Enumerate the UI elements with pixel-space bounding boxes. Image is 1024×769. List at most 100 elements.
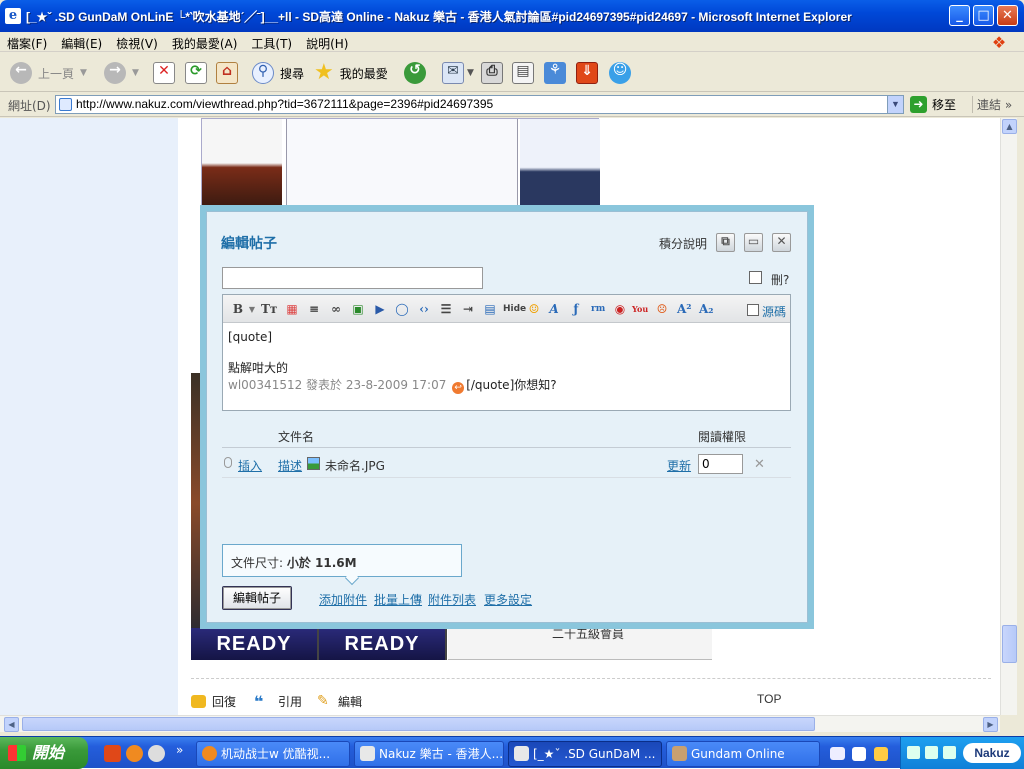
editor-line-quote-open: [quote] [228, 330, 273, 344]
menu-view[interactable]: 檢視(V) [109, 32, 165, 52]
scroll-up-arrow-icon[interactable]: ▲ [1002, 119, 1017, 134]
scroll-left-arrow-icon[interactable]: ◀ [4, 717, 19, 732]
horizontal-scroll-thumb[interactable] [22, 717, 815, 731]
chevron-down-icon[interactable]: ▼ [245, 302, 259, 316]
vertical-scroll-thumb[interactable] [1002, 625, 1017, 663]
print-button[interactable]: ⎙ [481, 59, 503, 87]
batch-upload-link[interactable]: 批量上傳 [374, 591, 422, 608]
scroll-right-arrow-icon[interactable]: ▶ [983, 717, 998, 732]
remove-attachment-icon[interactable]: ✕ [754, 457, 765, 472]
task-button-gundam-online[interactable]: Gundam Online [666, 741, 820, 767]
stop-button[interactable]: ✕ [153, 59, 175, 87]
post-editor[interactable]: B ▼ Tт ▦ ≡ ∞ ▣ ▶ ◯ ‹› ☰ ⇥ ▤ Hide ☺ A ƒ r… [222, 294, 791, 411]
task-button-youku[interactable]: 机动战士w 优酷视... [196, 741, 350, 767]
messenger-button[interactable]: ☺ [609, 59, 631, 87]
tray-expand-icon[interactable] [874, 747, 888, 761]
points-help-link[interactable]: 積分說明 [659, 235, 707, 252]
editor-text[interactable]: [quote] 點解咁大的 wl00341512 發表於 23-8-2009 1… [228, 329, 783, 394]
quote-link[interactable]: ❝ 引用 [254, 693, 302, 710]
update-link[interactable]: 更新 [667, 457, 691, 474]
attachments-header: 文件名 閱讀權限 [222, 424, 791, 448]
history-button[interactable]: ↺ [404, 59, 426, 87]
close-icon[interactable]: ✕ [772, 233, 791, 252]
download-quicklaunch-icon[interactable] [104, 745, 121, 762]
help-icon[interactable] [852, 747, 866, 761]
search-button[interactable]: ⚲ 搜尋 [252, 59, 304, 87]
ready-banner-left: READY [191, 628, 319, 660]
indent-icon[interactable]: ⇥ [461, 302, 475, 316]
reply-bubble-icon [191, 695, 206, 708]
back-button[interactable]: ← 上一頁 ▼ [10, 59, 87, 87]
read-permission-input[interactable]: 0 [698, 454, 743, 474]
media-icon[interactable]: ▶ [373, 302, 387, 316]
speech-bubble-icon[interactable]: ◯ [395, 302, 409, 316]
edit-page-button[interactable]: ▤ [512, 59, 534, 87]
popout-icon[interactable]: ⧉ [716, 233, 735, 252]
menu-favorites[interactable]: 我的最愛(A) [165, 32, 245, 52]
reply-link[interactable]: 回復 [191, 693, 236, 710]
menu-help[interactable]: 說明(H) [299, 32, 355, 52]
color-grid-icon[interactable]: ▦ [285, 302, 299, 316]
emoticon-icon[interactable]: ☹ [655, 302, 669, 316]
menu-file[interactable]: 檔案(F) [0, 32, 54, 52]
volume-icon[interactable] [943, 746, 956, 759]
maximize-icon[interactable]: ▭ [744, 233, 763, 252]
link-icon[interactable]: ∞ [329, 302, 343, 316]
insert-link[interactable]: 插入 [238, 457, 262, 474]
font-style-icon[interactable]: A [547, 302, 561, 316]
network-icon[interactable] [925, 746, 938, 759]
more-settings-link[interactable]: 更多設定 [484, 591, 532, 608]
edit-link[interactable]: ✎ 編輯 [317, 693, 362, 710]
image-icon[interactable]: ▣ [351, 302, 365, 316]
add-attachment-link[interactable]: 添加附件 [319, 591, 367, 608]
keyboard-icon[interactable] [830, 747, 845, 760]
align-icon[interactable]: ≡ [307, 302, 321, 316]
refresh-button[interactable]: ⟳ [185, 59, 207, 87]
minimize-button[interactable]: _ [949, 5, 970, 26]
research-button[interactable]: ⚘ [544, 59, 566, 87]
firefox-quicklaunch-icon[interactable] [126, 745, 143, 762]
menu-tools[interactable]: 工具(T) [244, 32, 299, 52]
forward-button[interactable]: → ▼ [104, 59, 139, 87]
submit-edit-button[interactable]: 編輯帖子 [222, 586, 292, 610]
menu-edit[interactable]: 編輯(E) [54, 32, 109, 52]
music-icon[interactable]: ◉ [613, 302, 627, 316]
home-button[interactable]: ⌂ [216, 59, 238, 87]
address-input[interactable]: http://www.nakuz.com/viewthread.php?tid=… [55, 95, 904, 114]
font-size-icon[interactable]: Tт [261, 302, 277, 316]
media-player-quicklaunch-icon[interactable] [148, 745, 165, 762]
top-link[interactable]: TOP [757, 692, 781, 706]
table-icon[interactable]: ▤ [483, 302, 497, 316]
subscript-icon[interactable]: A₂ [699, 302, 714, 316]
subject-input[interactable] [222, 267, 483, 289]
real-media-icon[interactable]: rm [591, 302, 605, 316]
address-dropdown-button[interactable]: ▼ [887, 96, 903, 113]
download-button[interactable]: ⇓ [576, 59, 598, 87]
favorites-button[interactable]: ★ 我的最愛 [314, 59, 388, 87]
hide-icon[interactable]: Hide [503, 302, 526, 316]
title-bar[interactable]: e [_★ˇ .SD GunDaM OnLinE └*‵吹水基地ˊ╱ˉ]__+l… [0, 0, 1024, 32]
go-button[interactable]: ➜ 移至 [910, 96, 956, 113]
close-button[interactable]: ✕ [997, 5, 1018, 26]
mail-button[interactable]: ✉ ▼ [442, 59, 474, 87]
superscript-icon[interactable]: A² [677, 302, 692, 316]
youtube-icon[interactable]: You [632, 302, 648, 316]
horizontal-scrollbar[interactable]: ◀ ▶ [0, 715, 1000, 732]
links-toolbar[interactable]: 連結 » [972, 96, 1012, 113]
flash-icon[interactable]: ƒ [569, 302, 583, 316]
maximize-button[interactable]: □ [973, 5, 994, 26]
smiley-icon[interactable]: ☺ [527, 302, 541, 316]
ordered-list-icon[interactable]: ☰ [439, 302, 453, 316]
code-icon[interactable]: ‹› [417, 302, 431, 316]
task-button-sd-gundam[interactable]: [_★ˇ .SD GunDaM ... [508, 741, 662, 767]
attachment-list-link[interactable]: 附件列表 [428, 591, 476, 608]
bold-icon[interactable]: B [231, 302, 245, 316]
vertical-scrollbar[interactable]: ▲ [1000, 118, 1017, 715]
start-button[interactable]: 開始 [0, 737, 88, 769]
tray-arrow-icon[interactable] [907, 746, 920, 759]
source-checkbox[interactable] [747, 304, 759, 316]
describe-link[interactable]: 描述 [278, 457, 302, 474]
delete-checkbox[interactable] [749, 271, 762, 284]
task-button-nakuz[interactable]: Nakuz 樂古 - 香港人... [354, 741, 504, 767]
chevron-right-icon[interactable]: » [176, 743, 183, 757]
